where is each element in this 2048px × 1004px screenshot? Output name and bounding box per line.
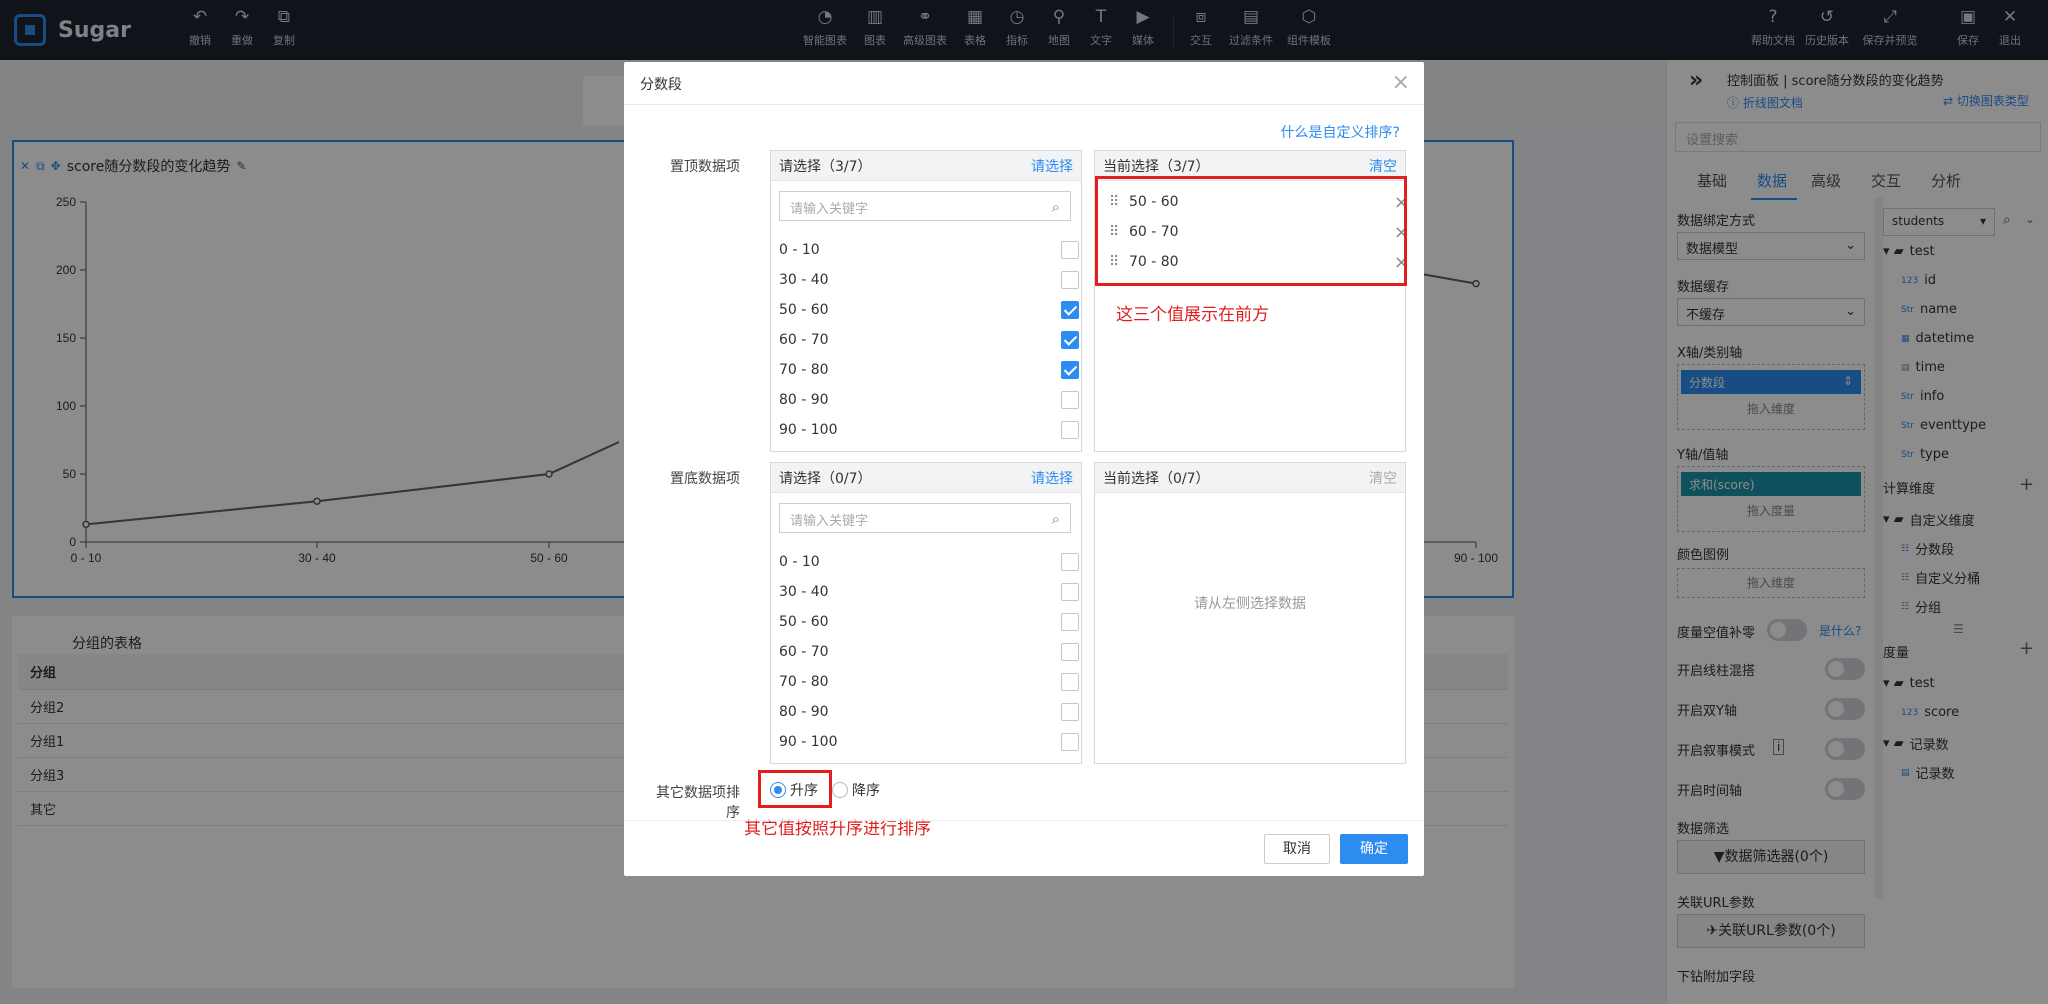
checkbox[interactable] bbox=[1061, 703, 1079, 721]
annotation-top-text: 这三个值展示在前方 bbox=[1116, 305, 1269, 325]
checkbox[interactable] bbox=[1061, 613, 1079, 631]
desc-radio[interactable]: 降序 bbox=[832, 780, 880, 800]
checkbox-checked[interactable] bbox=[1061, 361, 1079, 379]
top-options-header: 请选择（3/7） 请选择 bbox=[771, 151, 1081, 181]
checkbox[interactable] bbox=[1061, 271, 1079, 289]
radio[interactable] bbox=[832, 782, 848, 798]
empty-hint: 请从左侧选择数据 bbox=[1194, 596, 1306, 612]
other-sort-label: 其它数据项排序 bbox=[656, 785, 740, 821]
ok-button[interactable]: 确定 bbox=[1340, 834, 1408, 864]
option-row[interactable]: 70 - 80 bbox=[779, 355, 1079, 385]
annotation-highlight-box bbox=[758, 770, 832, 808]
checkbox-checked[interactable] bbox=[1061, 331, 1079, 349]
clear-link[interactable]: 清空 bbox=[1369, 468, 1397, 488]
option-row[interactable]: 50 - 60 bbox=[779, 607, 1079, 637]
custom-sort-dialog: 分数段 × 什么是自定义排序? 置顶数据项 请选择（3/7） 请选择 请输入关键… bbox=[624, 62, 1424, 876]
checkbox[interactable] bbox=[1061, 391, 1079, 409]
checkbox[interactable] bbox=[1061, 643, 1079, 661]
bottom-options-box: 请选择（0/7） 请选择 请输入关键字 ⌕ 0 - 10 30 - 40 50 -… bbox=[770, 462, 1082, 764]
checkbox[interactable] bbox=[1061, 241, 1079, 259]
checkbox[interactable] bbox=[1061, 553, 1079, 571]
checkbox[interactable] bbox=[1061, 583, 1079, 601]
checkbox[interactable] bbox=[1061, 733, 1079, 751]
cancel-button[interactable]: 取消 bbox=[1264, 834, 1330, 864]
search-icon: ⌕ bbox=[1051, 198, 1060, 216]
annotation-bottom-text: 其它值按照升序进行排序 bbox=[744, 819, 931, 839]
dialog-divider bbox=[624, 104, 1424, 105]
custom-sort-help-link[interactable]: 什么是自定义排序? bbox=[1281, 122, 1400, 142]
top-search-input[interactable]: 请输入关键字 ⌕ bbox=[779, 191, 1071, 221]
search-icon: ⌕ bbox=[1051, 510, 1060, 528]
select-all-link[interactable]: 请选择 bbox=[1031, 468, 1073, 488]
option-row[interactable]: 90 - 100 bbox=[779, 415, 1079, 445]
dialog-title: 分数段 bbox=[640, 77, 682, 93]
checkbox[interactable] bbox=[1061, 421, 1079, 439]
close-icon[interactable]: × bbox=[1392, 70, 1410, 95]
option-row[interactable]: 0 - 10 bbox=[779, 235, 1079, 265]
top-items-label: 置顶数据项 bbox=[670, 159, 740, 175]
option-row[interactable]: 80 - 90 bbox=[779, 385, 1079, 415]
option-row[interactable]: 80 - 90 bbox=[779, 697, 1079, 727]
option-row[interactable]: 60 - 70 bbox=[779, 637, 1079, 667]
bottom-selected-box: 当前选择（0/7） 清空 请从左侧选择数据 bbox=[1094, 462, 1406, 764]
bottom-search-input[interactable]: 请输入关键字 ⌕ bbox=[779, 503, 1071, 533]
clear-link[interactable]: 清空 bbox=[1369, 156, 1397, 176]
bottom-options-header: 请选择（0/7） 请选择 bbox=[771, 463, 1081, 493]
select-all-link[interactable]: 请选择 bbox=[1031, 156, 1073, 176]
option-row[interactable]: 90 - 100 bbox=[779, 727, 1079, 757]
option-row[interactable]: 50 - 60 bbox=[779, 295, 1079, 325]
option-row[interactable]: 30 - 40 bbox=[779, 265, 1079, 295]
checkbox-checked[interactable] bbox=[1061, 301, 1079, 319]
option-row[interactable]: 0 - 10 bbox=[779, 547, 1079, 577]
option-row[interactable]: 60 - 70 bbox=[779, 325, 1079, 355]
annotation-highlight-box bbox=[1095, 176, 1407, 286]
bottom-selected-header: 当前选择（0/7） 清空 bbox=[1095, 463, 1405, 493]
bottom-items-label: 置底数据项 bbox=[670, 471, 740, 487]
option-row[interactable]: 30 - 40 bbox=[779, 577, 1079, 607]
top-options-box: 请选择（3/7） 请选择 请输入关键字 ⌕ 0 - 10 30 - 40 50 -… bbox=[770, 150, 1082, 452]
checkbox[interactable] bbox=[1061, 673, 1079, 691]
option-row[interactable]: 70 - 80 bbox=[779, 667, 1079, 697]
footer-divider bbox=[624, 820, 1424, 821]
